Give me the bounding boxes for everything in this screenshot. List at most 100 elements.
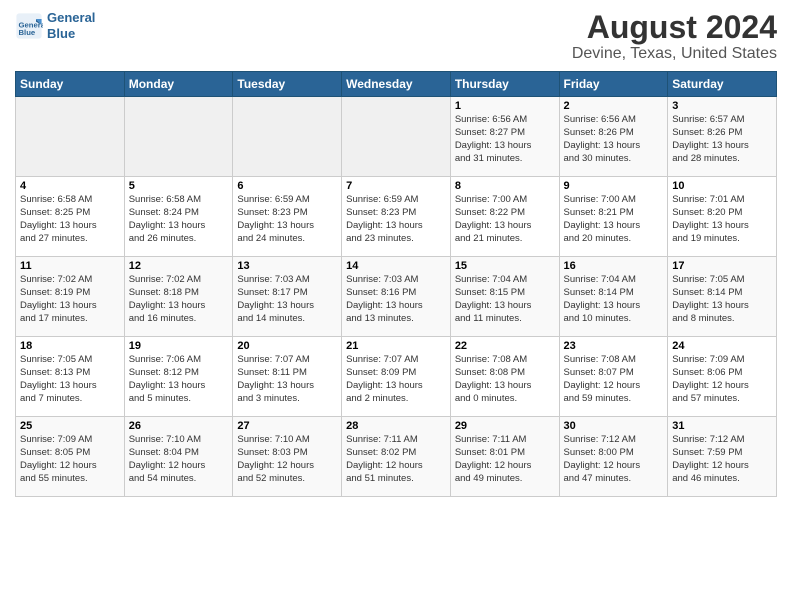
day-number: 3	[672, 100, 772, 112]
day-info: Sunrise: 7:02 AM Sunset: 8:19 PM Dayligh…	[20, 274, 120, 325]
day-number: 26	[129, 420, 229, 432]
day-number: 18	[20, 340, 120, 352]
logo-text: General Blue	[47, 10, 95, 41]
day-number: 28	[346, 420, 446, 432]
day-info: Sunrise: 7:00 AM Sunset: 8:22 PM Dayligh…	[455, 194, 555, 245]
main-title: August 2024	[572, 10, 777, 45]
day-info: Sunrise: 7:04 AM Sunset: 8:15 PM Dayligh…	[455, 274, 555, 325]
logo-icon: General Blue	[15, 12, 43, 40]
day-info: Sunrise: 7:04 AM Sunset: 8:14 PM Dayligh…	[564, 274, 664, 325]
calendar-cell: 13Sunrise: 7:03 AM Sunset: 8:17 PM Dayli…	[233, 257, 342, 337]
calendar-cell: 2 Sunrise: 6:56 AM Sunset: 8:26 PM Daylig…	[559, 97, 668, 177]
header-thursday: Thursday	[450, 72, 559, 97]
header-tuesday: Tuesday	[233, 72, 342, 97]
subtitle: Devine, Texas, United States	[572, 45, 777, 63]
day-number: 16	[564, 260, 664, 272]
day-info: Sunrise: 7:11 AM Sunset: 8:02 PM Dayligh…	[346, 434, 446, 485]
day-info: Sunrise: 7:11 AM Sunset: 8:01 PM Dayligh…	[455, 434, 555, 485]
calendar-week-4: 18 Sunrise: 7:05 AM Sunset: 8:13 PM Dayli…	[16, 337, 777, 417]
day-info: Sunrise: 7:08 AM Sunset: 8:07 PM Dayligh…	[564, 354, 664, 405]
calendar-week-5: 25 Sunrise: 7:09 AM Sunset: 8:05 PM Dayli…	[16, 417, 777, 497]
day-number: 8	[455, 180, 555, 192]
day-info: Sunrise: 6:59 AM Sunset: 8:23 PM Dayligh…	[237, 194, 337, 245]
day-number: 20	[237, 340, 337, 352]
calendar-cell: 31Sunrise: 7:12 AM Sunset: 7:59 PM Dayli…	[668, 417, 777, 497]
day-info: Sunrise: 7:10 AM Sunset: 8:03 PM Dayligh…	[237, 434, 337, 485]
day-number: 4	[20, 180, 120, 192]
header-wednesday: Wednesday	[342, 72, 451, 97]
calendar-cell: 18 Sunrise: 7:05 AM Sunset: 8:13 PM Dayli…	[16, 337, 125, 417]
day-info: Sunrise: 6:57 AM Sunset: 8:26 PM Dayligh…	[672, 114, 772, 165]
calendar-week-3: 11 Sunrise: 7:02 AM Sunset: 8:19 PM Dayli…	[16, 257, 777, 337]
day-info: Sunrise: 7:02 AM Sunset: 8:18 PM Dayligh…	[129, 274, 229, 325]
calendar-cell: 27 Sunrise: 7:10 AM Sunset: 8:03 PM Dayli…	[233, 417, 342, 497]
calendar-cell: 11 Sunrise: 7:02 AM Sunset: 8:19 PM Dayli…	[16, 257, 125, 337]
day-number: 22	[455, 340, 555, 352]
day-number: 7	[346, 180, 446, 192]
day-number: 13	[237, 260, 337, 272]
calendar-cell: 3 Sunrise: 6:57 AM Sunset: 8:26 PM Daylig…	[668, 97, 777, 177]
day-info: Sunrise: 7:09 AM Sunset: 8:06 PM Dayligh…	[672, 354, 772, 405]
calendar-cell: 1Sunrise: 6:56 AM Sunset: 8:27 PM Daylig…	[450, 97, 559, 177]
day-number: 11	[20, 260, 120, 272]
header-monday: Monday	[124, 72, 233, 97]
page-header: General Blue General Blue August 2024 De…	[15, 10, 777, 63]
day-number: 17	[672, 260, 772, 272]
calendar-cell: 17 Sunrise: 7:05 AM Sunset: 8:14 PM Dayli…	[668, 257, 777, 337]
day-number: 31	[672, 420, 772, 432]
logo-line1: General	[47, 10, 95, 25]
calendar-cell: 16 Sunrise: 7:04 AM Sunset: 8:14 PM Dayli…	[559, 257, 668, 337]
calendar-cell: 23 Sunrise: 7:08 AM Sunset: 8:07 PM Dayli…	[559, 337, 668, 417]
day-number: 23	[564, 340, 664, 352]
day-number: 9	[564, 180, 664, 192]
day-number: 27	[237, 420, 337, 432]
day-info: Sunrise: 7:05 AM Sunset: 8:13 PM Dayligh…	[20, 354, 120, 405]
calendar-cell: 24 Sunrise: 7:09 AM Sunset: 8:06 PM Dayli…	[668, 337, 777, 417]
header-sunday: Sunday	[16, 72, 125, 97]
calendar-cell	[124, 97, 233, 177]
calendar-cell: 22 Sunrise: 7:08 AM Sunset: 8:08 PM Dayli…	[450, 337, 559, 417]
calendar-cell: 12 Sunrise: 7:02 AM Sunset: 8:18 PM Dayli…	[124, 257, 233, 337]
day-info: Sunrise: 7:05 AM Sunset: 8:14 PM Dayligh…	[672, 274, 772, 325]
day-info: Sunrise: 7:12 AM Sunset: 8:00 PM Dayligh…	[564, 434, 664, 485]
header-friday: Friday	[559, 72, 668, 97]
day-number: 2	[564, 100, 664, 112]
day-number: 10	[672, 180, 772, 192]
day-info: Sunrise: 6:56 AM Sunset: 8:27 PM Dayligh…	[455, 114, 555, 165]
calendar-table: Sunday Monday Tuesday Wednesday Thursday…	[15, 71, 777, 497]
calendar-week-2: 4Sunrise: 6:58 AM Sunset: 8:25 PM Daylig…	[16, 177, 777, 257]
day-number: 24	[672, 340, 772, 352]
day-info: Sunrise: 7:08 AM Sunset: 8:08 PM Dayligh…	[455, 354, 555, 405]
day-number: 21	[346, 340, 446, 352]
calendar-cell: 8 Sunrise: 7:00 AM Sunset: 8:22 PM Daylig…	[450, 177, 559, 257]
day-number: 15	[455, 260, 555, 272]
calendar-cell: 28 Sunrise: 7:11 AM Sunset: 8:02 PM Dayli…	[342, 417, 451, 497]
calendar-cell: 7 Sunrise: 6:59 AM Sunset: 8:23 PM Daylig…	[342, 177, 451, 257]
day-info: Sunrise: 7:09 AM Sunset: 8:05 PM Dayligh…	[20, 434, 120, 485]
day-info: Sunrise: 6:58 AM Sunset: 8:24 PM Dayligh…	[129, 194, 229, 245]
calendar-cell: 10 Sunrise: 7:01 AM Sunset: 8:20 PM Dayli…	[668, 177, 777, 257]
day-info: Sunrise: 6:59 AM Sunset: 8:23 PM Dayligh…	[346, 194, 446, 245]
day-number: 14	[346, 260, 446, 272]
day-number: 12	[129, 260, 229, 272]
day-number: 25	[20, 420, 120, 432]
calendar-cell: 9Sunrise: 7:00 AM Sunset: 8:21 PM Daylig…	[559, 177, 668, 257]
calendar-cell	[342, 97, 451, 177]
calendar-cell: 25 Sunrise: 7:09 AM Sunset: 8:05 PM Dayli…	[16, 417, 125, 497]
calendar-cell: 5 Sunrise: 6:58 AM Sunset: 8:24 PM Daylig…	[124, 177, 233, 257]
calendar-cell: 26Sunrise: 7:10 AM Sunset: 8:04 PM Dayli…	[124, 417, 233, 497]
calendar-cell: 19Sunrise: 7:06 AM Sunset: 8:12 PM Dayli…	[124, 337, 233, 417]
day-info: Sunrise: 6:56 AM Sunset: 8:26 PM Dayligh…	[564, 114, 664, 165]
day-number: 6	[237, 180, 337, 192]
calendar-cell	[16, 97, 125, 177]
logo: General Blue General Blue	[15, 10, 95, 41]
calendar-cell: 6 Sunrise: 6:59 AM Sunset: 8:23 PM Daylig…	[233, 177, 342, 257]
calendar-week-1: 1Sunrise: 6:56 AM Sunset: 8:27 PM Daylig…	[16, 97, 777, 177]
logo-line2: Blue	[47, 26, 75, 41]
day-info: Sunrise: 7:01 AM Sunset: 8:20 PM Dayligh…	[672, 194, 772, 245]
day-number: 29	[455, 420, 555, 432]
calendar-cell: 4Sunrise: 6:58 AM Sunset: 8:25 PM Daylig…	[16, 177, 125, 257]
day-number: 5	[129, 180, 229, 192]
calendar-cell: 30Sunrise: 7:12 AM Sunset: 8:00 PM Dayli…	[559, 417, 668, 497]
weekday-header-row: Sunday Monday Tuesday Wednesday Thursday…	[16, 72, 777, 97]
